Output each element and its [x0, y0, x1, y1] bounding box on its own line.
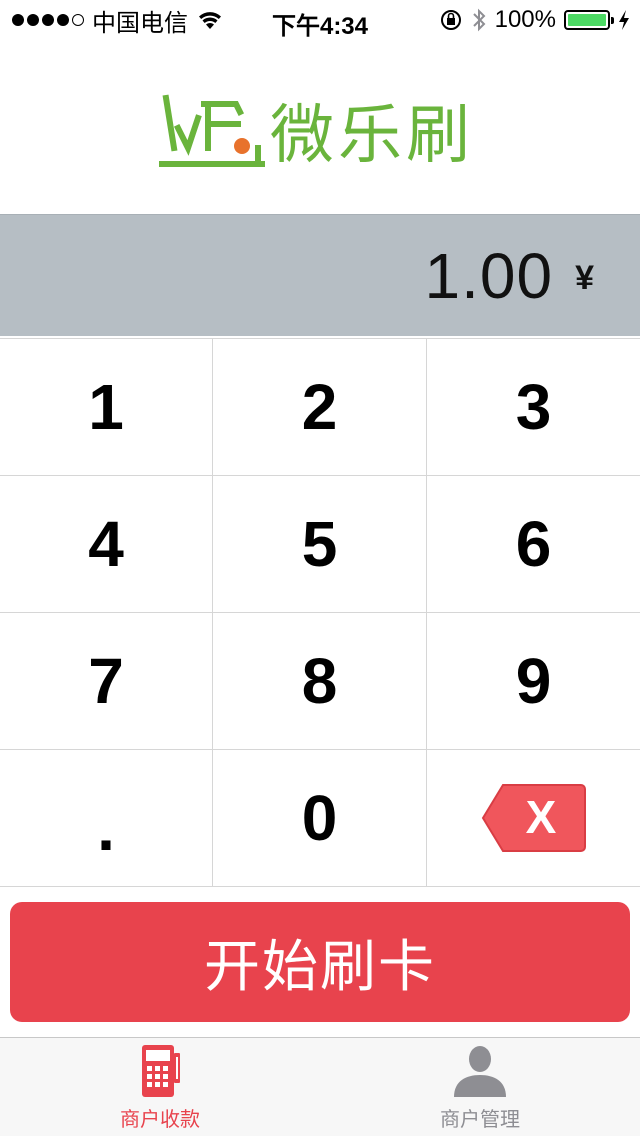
key-decimal[interactable]: .: [0, 750, 213, 887]
tab-merchant-management-label: 商户管理: [440, 1109, 520, 1131]
tab-merchant-management[interactable]: 商户管理: [320, 1038, 640, 1136]
key-6[interactable]: 6: [427, 476, 640, 613]
key-0[interactable]: 0: [213, 750, 427, 887]
tab-bar: 商户收款 商户管理: [0, 1037, 640, 1136]
numeric-keypad: 1 2 3 4 5 6 7 8 9 . 0 X: [0, 338, 640, 887]
tab-merchant-payment[interactable]: 商户收款: [0, 1038, 320, 1136]
tab-merchant-payment-label: 商户收款: [120, 1109, 200, 1131]
charging-icon: [619, 10, 629, 30]
key-3[interactable]: 3: [427, 339, 640, 476]
orientation-lock-icon: [440, 10, 461, 30]
logo-mark-icon: [159, 94, 265, 167]
status-right: 100%: [439, 0, 630, 40]
user-icon: [454, 1046, 506, 1097]
key-2[interactable]: 2: [213, 339, 427, 476]
battery-percent: 100%: [494, 6, 556, 33]
delete-key[interactable]: X: [427, 750, 640, 887]
amount-display: 1.00 ¥: [0, 214, 640, 336]
pos-terminal-icon: [142, 1045, 180, 1097]
key-5[interactable]: 5: [213, 476, 427, 613]
key-9[interactable]: 9: [427, 613, 640, 750]
delete-key-label: X: [525, 791, 556, 843]
key-8[interactable]: 8: [213, 613, 427, 750]
key-4[interactable]: 4: [0, 476, 213, 613]
amount-value: 1.00: [424, 239, 554, 312]
logo-text: 微乐刷: [270, 99, 474, 173]
app-logo: 微乐刷: [158, 88, 474, 173]
bluetooth-icon: [472, 8, 486, 32]
backspace-icon: X: [481, 784, 586, 852]
battery-icon: [564, 10, 614, 30]
start-swipe-button[interactable]: 开始刷卡: [10, 902, 630, 1022]
key-7[interactable]: 7: [0, 613, 213, 750]
key-1[interactable]: 1: [0, 339, 213, 476]
currency-symbol: ¥: [575, 259, 594, 297]
status-bar: 中国电信 下午4:34 100%: [0, 0, 640, 40]
logo-dot: [234, 138, 250, 154]
